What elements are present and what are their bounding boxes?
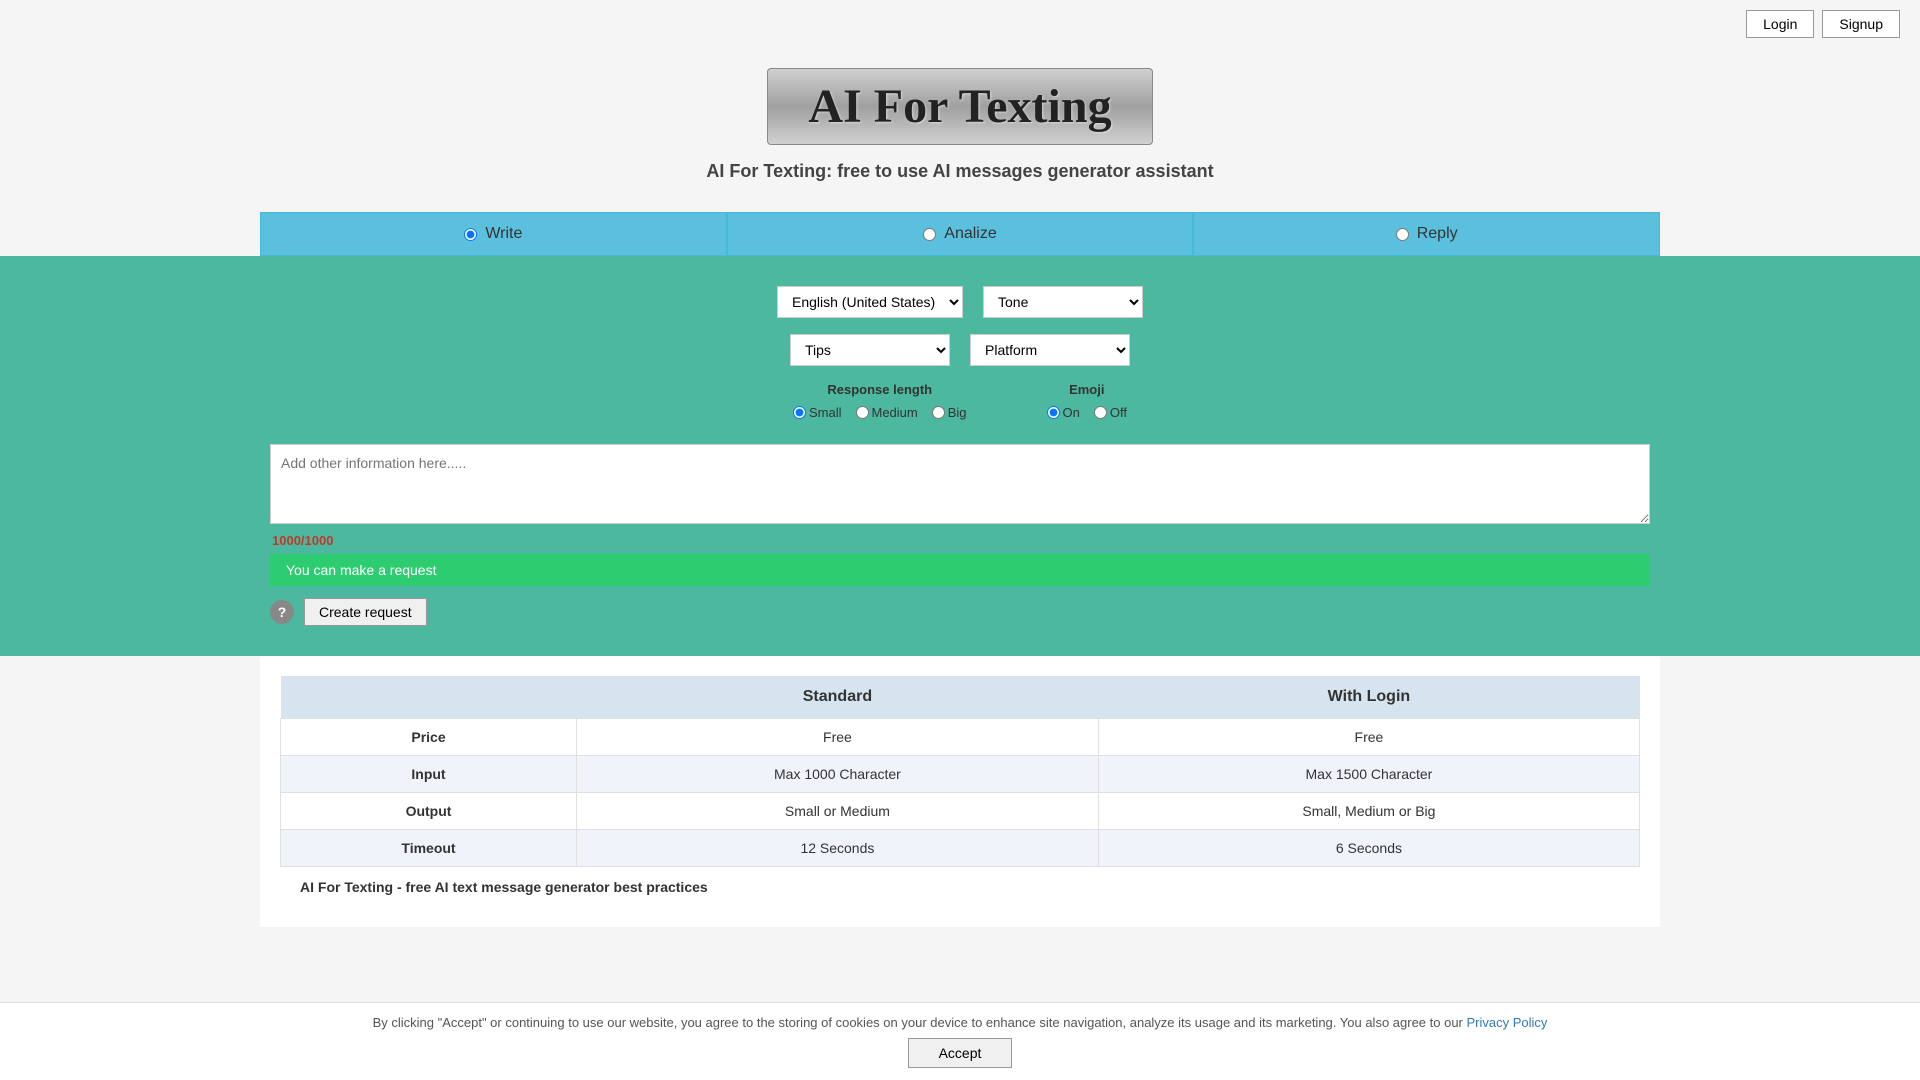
login-button[interactable]: Login bbox=[1746, 10, 1814, 38]
pricing-with-login: 6 Seconds bbox=[1098, 830, 1639, 867]
pricing-standard: 12 Seconds bbox=[577, 830, 1099, 867]
radio-analize[interactable] bbox=[923, 228, 936, 241]
info-textarea[interactable] bbox=[270, 444, 1650, 524]
cookie-bar: By clicking "Accept" or continuing to us… bbox=[0, 1002, 1920, 1080]
pricing-standard: Small or Medium bbox=[577, 793, 1099, 830]
best-practices: AI For Texting - free AI text message ge… bbox=[280, 867, 1640, 907]
textarea-container bbox=[270, 444, 1650, 527]
tab-analize[interactable]: Analize bbox=[727, 212, 1194, 256]
pricing-col-with-login: With Login bbox=[1098, 676, 1639, 719]
table-row: Price Free Free bbox=[281, 719, 1640, 756]
controls-row-1: English (United States) English (UK) Spa… bbox=[20, 286, 1900, 318]
length-small[interactable]: Small bbox=[793, 405, 842, 420]
pricing-label: Output bbox=[281, 793, 577, 830]
length-big[interactable]: Big bbox=[932, 405, 967, 420]
table-row: Output Small or Medium Small, Medium or … bbox=[281, 793, 1640, 830]
mode-tabs: Write Analize Reply bbox=[260, 212, 1660, 256]
tone-select[interactable]: Tone Formal Informal Friendly Profession… bbox=[983, 286, 1143, 318]
language-select[interactable]: English (United States) English (UK) Spa… bbox=[777, 286, 963, 318]
help-icon[interactable]: ? bbox=[270, 600, 294, 624]
response-length-options: Small Medium Big bbox=[793, 405, 967, 424]
radio-row: Response length Small Medium Big Emoji O… bbox=[20, 382, 1900, 424]
hero-section: AI For Texting AI For Texting: free to u… bbox=[0, 48, 1920, 212]
emoji-label: Emoji bbox=[1069, 382, 1104, 397]
emoji-off[interactable]: Off bbox=[1094, 405, 1127, 420]
pricing-label: Timeout bbox=[281, 830, 577, 867]
response-length-group: Response length Small Medium Big bbox=[793, 382, 967, 424]
pricing-standard: Max 1000 Character bbox=[577, 756, 1099, 793]
header: Login Signup bbox=[0, 0, 1920, 48]
length-medium[interactable]: Medium bbox=[856, 405, 918, 420]
create-request-button[interactable]: Create request bbox=[304, 598, 427, 626]
platform-select[interactable]: Platform SMS WhatsApp Email Twitter bbox=[970, 334, 1130, 366]
pricing-table: Standard With Login Price Free Free Inpu… bbox=[280, 676, 1640, 867]
pricing-col-standard: Standard bbox=[577, 676, 1099, 719]
table-row: Timeout 12 Seconds 6 Seconds bbox=[281, 830, 1640, 867]
privacy-policy-link[interactable]: Privacy Policy bbox=[1467, 1015, 1548, 1030]
category-select[interactable]: Tips Advice Question Greeting bbox=[790, 334, 950, 366]
response-length-label: Response length bbox=[827, 382, 932, 397]
emoji-options: On Off bbox=[1047, 405, 1127, 424]
tab-reply-label: Reply bbox=[1417, 225, 1458, 243]
signup-button[interactable]: Signup bbox=[1822, 10, 1900, 38]
hero-subtitle: AI For Texting: free to use AI messages … bbox=[706, 161, 1213, 182]
char-count: 1000/1000 bbox=[270, 533, 1650, 548]
pricing-label: Input bbox=[281, 756, 577, 793]
pricing-with-login: Max 1500 Character bbox=[1098, 756, 1639, 793]
tab-write-label: Write bbox=[485, 225, 522, 243]
app-title: AI For Texting bbox=[808, 79, 1111, 134]
main-content: English (United States) English (UK) Spa… bbox=[0, 256, 1920, 656]
pricing-standard: Free bbox=[577, 719, 1099, 756]
radio-reply[interactable] bbox=[1396, 228, 1409, 241]
logo-box: AI For Texting bbox=[767, 68, 1152, 145]
radio-write[interactable] bbox=[464, 228, 477, 241]
accept-button[interactable]: Accept bbox=[908, 1038, 1013, 1068]
action-row: ? Create request bbox=[270, 598, 1650, 626]
emoji-on[interactable]: On bbox=[1047, 405, 1080, 420]
controls-row-2: Tips Advice Question Greeting Platform S… bbox=[20, 334, 1900, 366]
tab-write[interactable]: Write bbox=[260, 212, 727, 256]
tab-analize-label: Analize bbox=[944, 225, 996, 243]
pricing-col-header-empty bbox=[281, 676, 577, 719]
tab-reply[interactable]: Reply bbox=[1193, 212, 1660, 256]
pricing-with-login: Free bbox=[1098, 719, 1639, 756]
cookie-message: By clicking "Accept" or continuing to us… bbox=[373, 1015, 1463, 1030]
table-row: Input Max 1000 Character Max 1500 Charac… bbox=[281, 756, 1640, 793]
pricing-label: Price bbox=[281, 719, 577, 756]
pricing-with-login: Small, Medium or Big bbox=[1098, 793, 1639, 830]
status-bar: You can make a request bbox=[270, 554, 1650, 586]
pricing-section: Standard With Login Price Free Free Inpu… bbox=[260, 656, 1660, 927]
status-message: You can make a request bbox=[286, 562, 436, 578]
emoji-group: Emoji On Off bbox=[1047, 382, 1127, 424]
